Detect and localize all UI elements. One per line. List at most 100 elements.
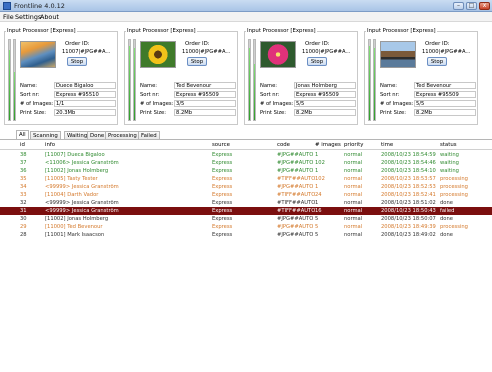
table-cell-status: done — [440, 232, 453, 238]
table-row[interactable]: 29 [11000] Ted Bevenour Express #JPG##AUTO 5… — [0, 223, 492, 231]
table-cell-id: 31 — [20, 208, 27, 214]
order-id-label: Order ID: — [305, 41, 330, 47]
table-cell-images: 102 — [315, 160, 325, 166]
menu-file[interactable]: File — [3, 13, 14, 21]
table-cell-source: Express — [212, 216, 233, 222]
table-cell-source: Express — [212, 168, 233, 174]
progress-bar — [133, 39, 136, 121]
sort-nr-field: Express #95509 — [414, 91, 476, 98]
table-cell-id: 37 — [20, 160, 27, 166]
processor-panel: Input Processor [Express] Order ID: 1100… — [4, 28, 118, 125]
table-row[interactable]: 32 <99999> Jessica Granström Express #TIFF#… — [0, 199, 492, 207]
menu-about[interactable]: About — [40, 13, 59, 21]
table-cell-info: [11005] Tasty Tester — [45, 176, 98, 182]
table-row[interactable]: 34 <99999> Jessica Granström Express #JPG##… — [0, 183, 492, 191]
images-label: # of Images: — [20, 101, 54, 107]
table-row[interactable]: 38 [11007] Dueca Bigaloo Express #JPG##AUTO… — [0, 151, 492, 159]
print-size-label: Print Size: — [380, 110, 406, 116]
table-cell-status: done — [440, 200, 453, 206]
maximize-button[interactable]: □ — [466, 2, 477, 10]
table-cell-code: #TIFF##AUTO — [277, 208, 316, 214]
table-cell-id: 38 — [20, 152, 27, 158]
table-cell-code: #JPG##AUTO — [277, 184, 314, 190]
table-cell-id: 28 — [20, 232, 27, 238]
title-bar: Frontline 4.0.12 – □ x — [0, 0, 492, 12]
table-row[interactable]: 35 [11005] Tasty Tester Express #TIFF##AUTO… — [0, 175, 492, 183]
table-cell-info: <11006> Jessica Granström — [45, 160, 119, 166]
table-cell-priority: normal — [344, 152, 363, 158]
table-cell-id: 30 — [20, 216, 27, 222]
table-cell-source: Express — [212, 200, 233, 206]
stop-button[interactable]: Stop — [67, 57, 87, 66]
progress-bar — [128, 39, 131, 121]
sort-nr-field: Express #95510 — [54, 91, 116, 98]
table-cell-source: Express — [212, 192, 233, 198]
name-label: Name: — [380, 83, 398, 89]
progress-bar — [373, 39, 376, 121]
images-field: 3/5 — [174, 100, 236, 107]
order-id-value: 11000|#JPG##A... — [182, 49, 231, 55]
table-cell-status: waiting — [440, 152, 459, 158]
stop-button[interactable]: Stop — [187, 57, 207, 66]
table-row[interactable]: 30 [11002] Jonas Holmberg Express #JPG##AUT… — [0, 215, 492, 223]
column-header-source[interactable]: source — [212, 142, 230, 148]
processor-title: Input Processor [Express] — [6, 28, 77, 34]
table-cell-time: 2008/10/23 18:49:02 — [381, 232, 436, 238]
close-button[interactable]: x — [479, 2, 490, 10]
table-cell-info: <99999> Jessica Granström — [45, 200, 119, 206]
sort-nr-field: Express #95509 — [294, 91, 356, 98]
print-size-label: Print Size: — [20, 110, 46, 116]
table-cell-time: 2008/10/23 18:50:43 — [381, 208, 436, 214]
stop-button[interactable]: Stop — [427, 57, 447, 66]
sort-nr-field: Express #95509 — [174, 91, 236, 98]
table-cell-priority: normal — [344, 184, 363, 190]
table-cell-status: done — [440, 216, 453, 222]
table-cell-id: 32 — [20, 200, 27, 206]
name-label: Name: — [260, 83, 278, 89]
processor-title: Input Processor [Express] — [126, 28, 197, 34]
table-cell-code: #TIFF##AUTO — [277, 200, 316, 206]
column-header-info[interactable]: info — [45, 142, 55, 148]
minimize-button[interactable]: – — [453, 2, 464, 10]
column-header-status[interactable]: status — [440, 142, 457, 148]
stop-button[interactable]: Stop — [307, 57, 327, 66]
progress-bar — [368, 39, 371, 121]
table-row[interactable]: 33 [11004] Darth Vador Express #TIFF##AUTO 2… — [0, 191, 492, 199]
table-cell-priority: normal — [344, 224, 363, 230]
table-cell-images: 1 — [315, 168, 319, 174]
column-header-code[interactable]: code — [277, 142, 290, 148]
photo-thumbnail — [20, 41, 56, 68]
table-row[interactable]: 31 <99999> Jessica Granström Express #TIFF#… — [0, 207, 492, 215]
name-label: Name: — [140, 83, 158, 89]
column-header-time[interactable]: time — [381, 142, 393, 148]
sort-nr-label: Sort nr: — [140, 92, 160, 98]
menu-settings[interactable]: Settings — [15, 13, 41, 21]
table-cell-priority: normal — [344, 160, 363, 166]
progress-fill — [9, 49, 10, 120]
name-field: Ted Bevenour — [174, 82, 236, 89]
print-size-label: Print Size: — [260, 110, 286, 116]
sort-nr-label: Sort nr: — [380, 92, 400, 98]
table-row[interactable]: 37 <11006> Jessica Granström Express #JPG##… — [0, 159, 492, 167]
table-cell-time: 2008/10/23 18:52:41 — [381, 192, 436, 198]
column-header-images[interactable]: # images — [315, 142, 341, 148]
table-cell-images: 24 — [315, 192, 322, 198]
table-cell-status: processing — [440, 176, 468, 182]
table-cell-status: processing — [440, 184, 468, 190]
table-cell-id: 34 — [20, 184, 27, 190]
table-cell-id: 33 — [20, 192, 27, 198]
table-cell-time: 2008/10/23 18:54:59 — [381, 152, 436, 158]
table-row[interactable]: 36 [11002] Jonas Holmberg Express #JPG##AUT… — [0, 167, 492, 175]
table-cell-images: 1 — [315, 152, 319, 158]
progress-fill — [374, 48, 375, 120]
table-cell-status: waiting — [440, 168, 459, 174]
sort-nr-label: Sort nr: — [260, 92, 280, 98]
images-label: # of Images: — [380, 101, 414, 107]
column-header-id[interactable]: id — [20, 142, 25, 148]
images-label: # of Images: — [140, 101, 174, 107]
print-size-label: Print Size: — [140, 110, 166, 116]
table-cell-info: [11004] Darth Vador — [45, 192, 99, 198]
column-header-priority[interactable]: priority — [344, 142, 363, 148]
table-row[interactable]: 28 [11001] Mark Isaacson Express #JPG##AUTO… — [0, 231, 492, 239]
table-cell-status: failed — [440, 208, 455, 214]
